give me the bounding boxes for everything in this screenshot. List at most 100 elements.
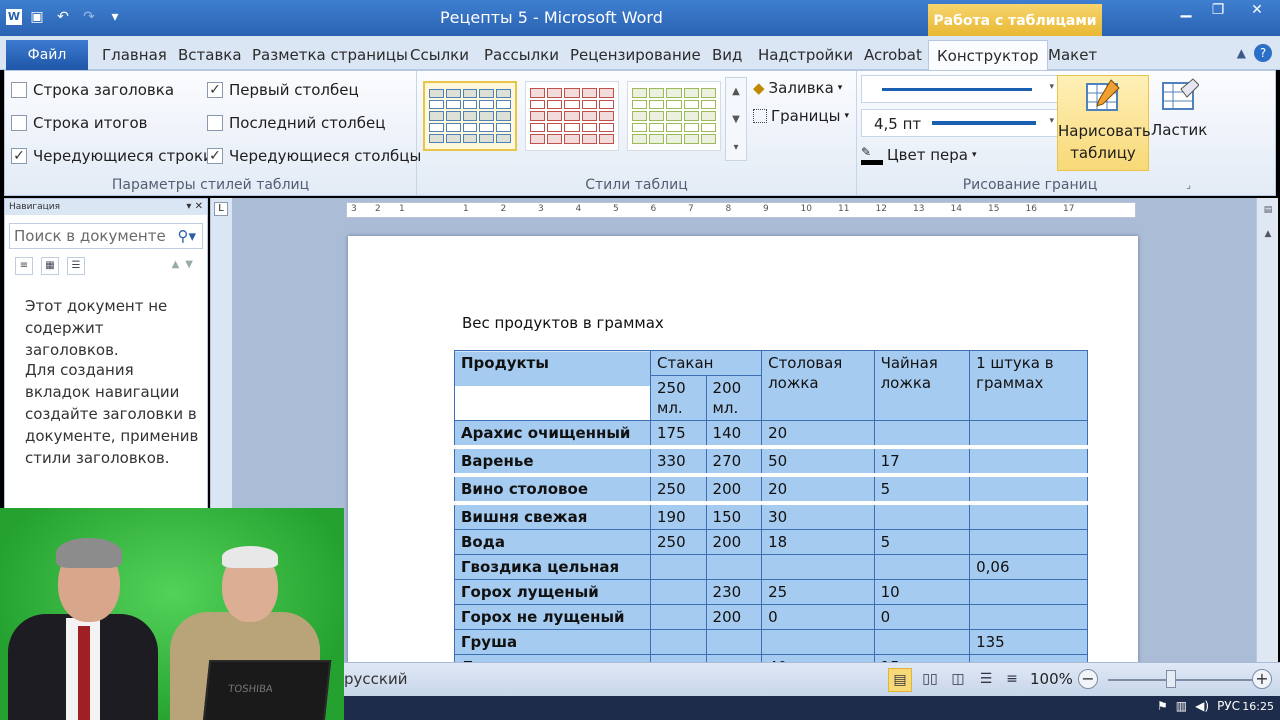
- table-cell[interactable]: 20: [761, 420, 875, 449]
- tab-layout[interactable]: Макет: [1040, 40, 1105, 70]
- header-row-checkbox[interactable]: Строка заголовка: [11, 81, 174, 99]
- table-row-header[interactable]: Горох лущеный: [454, 579, 651, 605]
- gallery-up-icon[interactable]: ▲: [726, 78, 746, 106]
- table-cell[interactable]: [873, 554, 971, 580]
- restore-icon[interactable]: ❐: [1202, 0, 1234, 22]
- table-row-header[interactable]: Вино столовое: [454, 474, 651, 505]
- table-cell[interactable]: [873, 502, 971, 530]
- table-header-cell[interactable]: 200 мл.: [705, 375, 763, 421]
- table-cell[interactable]: [761, 554, 875, 580]
- table-row-header[interactable]: Варенье: [454, 446, 651, 477]
- tab-home[interactable]: Главная: [94, 40, 175, 70]
- table-style-red[interactable]: [525, 81, 619, 151]
- table-cell[interactable]: [650, 654, 707, 662]
- ruler-toggle-icon[interactable]: ▤: [1260, 202, 1276, 218]
- tab-references[interactable]: Ссылки: [402, 40, 477, 70]
- zoom-out-icon[interactable]: −: [1078, 669, 1098, 689]
- tab-view[interactable]: Вид: [704, 40, 750, 70]
- table-cell[interactable]: 200: [705, 474, 763, 505]
- zoom-slider[interactable]: [1108, 679, 1254, 681]
- table-cell[interactable]: 20: [761, 474, 875, 505]
- table-row-header[interactable]: Горох не лущеный: [454, 604, 651, 630]
- gallery-more-icon[interactable]: ▾: [726, 134, 746, 162]
- table-cell[interactable]: [873, 629, 971, 655]
- table-cell[interactable]: 330: [650, 446, 707, 477]
- tab-insert[interactable]: Вставка: [170, 40, 250, 70]
- table-cell[interactable]: [969, 446, 1088, 477]
- dialog-launcher-icon[interactable]: ⌟: [1186, 180, 1191, 191]
- nav-arrows-icon[interactable]: ▲▼: [172, 259, 199, 270]
- document-page[interactable]: Вес продуктов в граммах Продукты Стакан Ст…: [348, 236, 1138, 662]
- zoom-in-icon[interactable]: +: [1252, 669, 1272, 689]
- gallery-down-icon[interactable]: ▼: [726, 106, 746, 134]
- web-layout-icon[interactable]: ◫: [946, 668, 970, 692]
- customize-qat-icon[interactable]: ▾: [104, 6, 126, 28]
- tab-page-layout[interactable]: Разметка страницы: [244, 40, 416, 70]
- table-cell[interactable]: [969, 474, 1088, 505]
- table-cell[interactable]: 5: [873, 474, 971, 505]
- table-cell[interactable]: [969, 529, 1088, 555]
- tab-file[interactable]: Файл: [6, 40, 88, 70]
- language-indicator[interactable]: русский: [344, 670, 407, 688]
- network-icon[interactable]: ▥: [1176, 699, 1187, 713]
- pages-view-icon[interactable]: ▦: [41, 257, 59, 275]
- zoom-level[interactable]: 100%: [1030, 670, 1073, 688]
- table-cell[interactable]: 230: [705, 579, 763, 605]
- draft-view-icon[interactable]: ≡: [1000, 668, 1024, 692]
- table-cell[interactable]: [873, 420, 971, 449]
- undo-icon[interactable]: ↶: [52, 6, 74, 28]
- table-cell[interactable]: 18: [761, 529, 875, 555]
- volume-icon[interactable]: ◀): [1195, 699, 1209, 713]
- table-cell[interactable]: 250: [650, 474, 707, 505]
- table-cell[interactable]: [650, 629, 707, 655]
- table-header-cell[interactable]: Столовая ложка: [761, 350, 875, 421]
- tab-addins[interactable]: Надстройки: [750, 40, 861, 70]
- tab-selector-icon[interactable]: L: [214, 202, 228, 216]
- table-cell[interactable]: 40: [761, 654, 875, 662]
- table-cell[interactable]: [969, 579, 1088, 605]
- table-cell[interactable]: 5: [873, 529, 971, 555]
- table-cell[interactable]: [650, 579, 707, 605]
- tab-mailings[interactable]: Рассылки: [476, 40, 567, 70]
- minimize-icon[interactable]: ▁: [1170, 0, 1202, 22]
- table-cell[interactable]: 270: [705, 446, 763, 477]
- save-icon[interactable]: ▣: [26, 6, 48, 28]
- table-cell[interactable]: 135: [969, 629, 1088, 655]
- table-cell[interactable]: [650, 604, 707, 630]
- zoom-slider-thumb[interactable]: [1165, 670, 1176, 688]
- table-cell[interactable]: 50: [761, 446, 875, 477]
- table-header-cell[interactable]: Продукты: [454, 350, 651, 421]
- close-icon[interactable]: ✕: [1234, 0, 1280, 22]
- table-cell[interactable]: 17: [873, 446, 971, 477]
- table-cell[interactable]: 30: [761, 502, 875, 530]
- table-cell[interactable]: 0: [873, 604, 971, 630]
- table-header-cell[interactable]: 1 штука в граммах: [969, 350, 1088, 421]
- print-layout-view-icon[interactable]: ▤: [888, 668, 912, 692]
- table-cell[interactable]: 140: [705, 420, 763, 449]
- table-cell[interactable]: [761, 629, 875, 655]
- last-column-checkbox[interactable]: Последний столбец: [207, 114, 385, 132]
- table-cell[interactable]: [705, 629, 763, 655]
- table-cell[interactable]: [969, 654, 1088, 662]
- search-icon[interactable]: ⚲▾: [177, 224, 196, 248]
- table-cell[interactable]: [969, 502, 1088, 530]
- pen-color-button[interactable]: ✎ Цвет пера ▾: [861, 145, 977, 165]
- input-language[interactable]: РУС: [1217, 699, 1240, 713]
- borders-button[interactable]: Границы ▾: [753, 107, 849, 125]
- draw-table-button[interactable]: Нарисовать таблицу: [1057, 75, 1151, 171]
- redo-icon[interactable]: ↷: [78, 6, 100, 28]
- vertical-scrollbar[interactable]: ▤ ▲: [1256, 198, 1278, 662]
- tab-design[interactable]: Конструктор: [928, 40, 1048, 70]
- table-row-header[interactable]: Вишня свежая: [454, 502, 651, 530]
- table-row-header[interactable]: Вода: [454, 529, 651, 555]
- table-style-blue[interactable]: [423, 81, 517, 151]
- shading-button[interactable]: ◆ Заливка ▾: [753, 79, 842, 97]
- close-pane-icon[interactable]: ▾ ✕: [186, 199, 203, 215]
- eraser-button[interactable]: Ластик: [1151, 75, 1207, 141]
- table-cell[interactable]: 200: [705, 529, 763, 555]
- tab-review[interactable]: Рецензирование: [562, 40, 709, 70]
- first-column-checkbox[interactable]: ✓ Первый столбец: [207, 81, 359, 99]
- table-cell[interactable]: 250: [650, 529, 707, 555]
- headings-view-icon[interactable]: ≡: [15, 257, 33, 275]
- table-cell[interactable]: 10: [873, 579, 971, 605]
